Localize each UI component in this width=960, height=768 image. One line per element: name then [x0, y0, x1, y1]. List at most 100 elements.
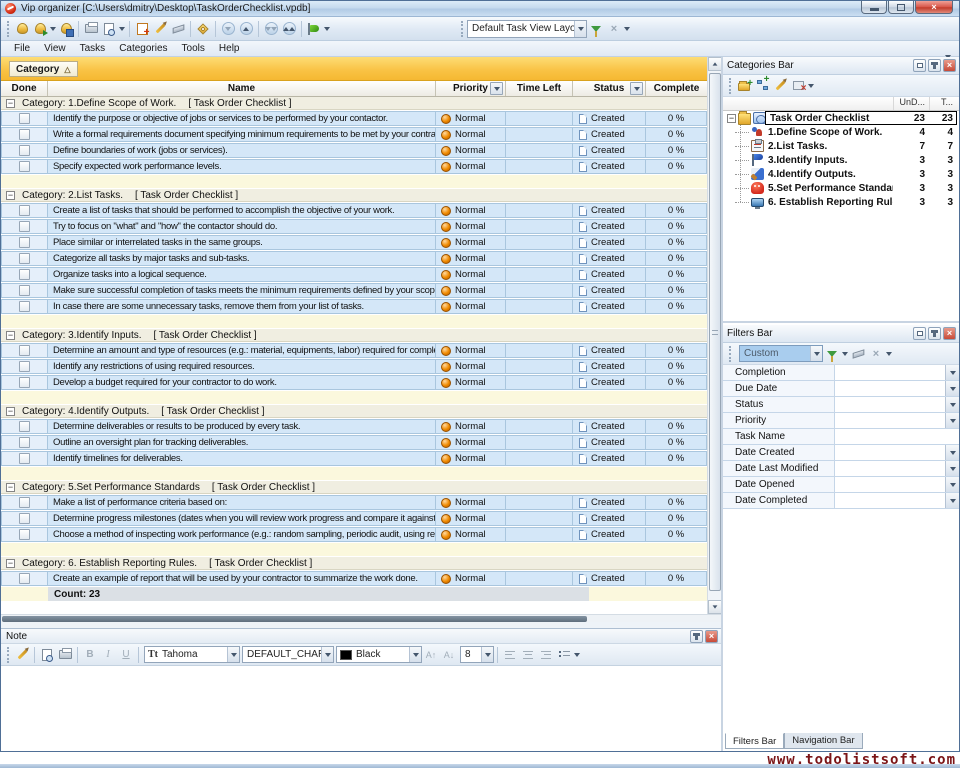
tag-button[interactable] [194, 20, 212, 38]
filter-value-field[interactable] [835, 445, 945, 460]
edit-note-button[interactable] [13, 646, 31, 664]
apply-filter-dropdown-icon[interactable] [841, 352, 849, 356]
maximize-button[interactable] [888, 1, 914, 14]
task-row[interactable]: Choose a method of inspecting work perfo… [1, 527, 707, 542]
category-group-row[interactable]: −Category: 3.Identify Inputs.[ Task Orde… [1, 329, 707, 342]
close-button[interactable]: × [915, 1, 953, 14]
tree-root-item[interactable]: −Task Order Checklist2323 [723, 111, 959, 125]
categories-toolbar-overflow-icon[interactable] [807, 84, 815, 88]
tree-item[interactable]: 2.List Tasks.77 [723, 139, 959, 153]
vertical-scrollbar[interactable] [707, 57, 721, 614]
filter-value-field[interactable] [835, 397, 945, 412]
task-checkbox[interactable] [19, 145, 30, 156]
title-bar[interactable]: Vip organizer [C:\Users\dmitry\Desktop\T… [1, 1, 959, 17]
category-group-row[interactable]: −Category: 1.Define Scope of Work.[ Task… [1, 97, 707, 110]
collapse-icon[interactable]: − [6, 191, 15, 200]
horizontal-scrollbar[interactable] [1, 614, 721, 622]
categories-pin-button[interactable] [928, 59, 941, 72]
task-checkbox[interactable] [19, 361, 30, 372]
open-dropdown-icon[interactable] [49, 27, 57, 31]
task-checkbox[interactable] [19, 269, 30, 280]
collapse-icon[interactable]: − [6, 331, 15, 340]
menu-tasks[interactable]: Tasks [73, 41, 113, 56]
grow-font-button[interactable]: A↑ [422, 646, 440, 664]
filters-close-button[interactable]: × [943, 327, 956, 340]
categories-close-button[interactable]: × [943, 59, 956, 72]
align-right-button[interactable] [537, 646, 555, 664]
move-top-button[interactable] [280, 20, 298, 38]
toolbar-grip[interactable] [7, 21, 10, 37]
note-editor[interactable] [1, 667, 721, 751]
align-center-button[interactable] [519, 646, 537, 664]
tab-filters-bar[interactable]: Filters Bar [725, 733, 784, 749]
filter-value-field[interactable] [835, 461, 945, 476]
align-left-button[interactable] [501, 646, 519, 664]
task-checkbox[interactable] [19, 377, 30, 388]
task-checkbox[interactable] [19, 437, 30, 448]
filter-value-field[interactable] [835, 413, 945, 428]
filter-dropdown-icon[interactable] [945, 397, 959, 412]
filter-preset-combo[interactable]: Custom [739, 345, 823, 362]
tab-navigation-bar[interactable]: Navigation Bar [784, 733, 862, 749]
note-print-button[interactable] [56, 646, 74, 664]
column-header-name[interactable]: Name [48, 81, 436, 96]
filter-value-field[interactable] [835, 365, 945, 380]
task-row[interactable]: Outline an oversight plan for tracking d… [1, 435, 707, 450]
font-combo-dropdown-icon[interactable] [227, 647, 239, 662]
task-row[interactable]: Organize tasks into a logical sequence.N… [1, 267, 707, 282]
toolbar-overflow-icon[interactable] [323, 27, 331, 31]
column-header-status[interactable]: Status [573, 81, 646, 96]
task-row[interactable]: Make sure successful completion of tasks… [1, 283, 707, 298]
toolbar-grip[interactable] [729, 78, 732, 94]
collapse-icon[interactable]: − [6, 99, 15, 108]
task-row[interactable]: Write a formal requirements document spe… [1, 127, 707, 142]
task-checkbox[interactable] [19, 113, 30, 124]
scroll-up-button[interactable] [708, 57, 722, 71]
minimize-button[interactable] [861, 1, 887, 14]
print-dropdown-icon[interactable] [118, 27, 126, 31]
task-checkbox[interactable] [19, 205, 30, 216]
vertical-scrollbar-thumb[interactable] [709, 73, 721, 591]
status-filter-dropdown-icon[interactable] [630, 82, 643, 95]
task-checkbox[interactable] [19, 345, 30, 356]
filter-value-field[interactable] [835, 381, 945, 396]
task-checkbox[interactable] [19, 285, 30, 296]
edit-task-button[interactable] [151, 20, 169, 38]
char-style-combo[interactable]: DEFAULT_CHAR [242, 646, 334, 663]
group-by-category-button[interactable]: Category △ [9, 61, 78, 77]
task-row[interactable]: Develop a budget required for your contr… [1, 375, 707, 390]
layout-combo[interactable]: Default Task View Layout [467, 20, 587, 38]
filter-dropdown-icon[interactable] [945, 461, 959, 476]
font-size-dropdown-icon[interactable] [481, 647, 493, 662]
toolbar-grip[interactable] [461, 21, 464, 37]
filter-dropdown-icon[interactable] [945, 381, 959, 396]
print-button[interactable] [82, 20, 100, 38]
tree-item[interactable]: 1.Define Scope of Work.44 [723, 125, 959, 139]
task-checkbox[interactable] [19, 253, 30, 264]
delete-layout-button[interactable]: × [605, 20, 623, 38]
tree-header-undone[interactable]: UnD... [893, 97, 929, 110]
clear-filter-button[interactable] [849, 345, 867, 363]
underline-button[interactable]: U [117, 646, 135, 664]
column-header-priority[interactable]: Priority [436, 81, 506, 96]
menu-tools[interactable]: Tools [175, 41, 212, 56]
char-style-dropdown-icon[interactable] [321, 647, 333, 662]
horizontal-scrollbar-thumb[interactable] [2, 616, 587, 622]
filter-value-field[interactable] [835, 493, 945, 508]
category-group-row[interactable]: −Category: 5.Set Performance Standards[ … [1, 481, 707, 494]
new-task-button[interactable] [133, 20, 151, 38]
menu-view[interactable]: View [37, 41, 73, 56]
task-row[interactable]: Categorize all tasks by major tasks and … [1, 251, 707, 266]
font-color-combo[interactable]: Black [336, 646, 422, 663]
remove-filter-button[interactable]: × [867, 345, 885, 363]
category-group-row[interactable]: −Category: 4.Identify Outputs.[ Task Ord… [1, 405, 707, 418]
bold-button[interactable]: B [81, 646, 99, 664]
toolbar-grip[interactable] [7, 647, 10, 663]
new-database-button[interactable] [13, 20, 31, 38]
layout-overflow-icon[interactable] [623, 27, 631, 31]
task-row[interactable]: In case there are some unnecessary tasks… [1, 299, 707, 314]
task-row[interactable]: Identify the purpose or objective of job… [1, 111, 707, 126]
open-database-button[interactable] [31, 20, 49, 38]
filter-dropdown-icon[interactable] [945, 365, 959, 380]
note-print-preview-button[interactable] [38, 646, 56, 664]
